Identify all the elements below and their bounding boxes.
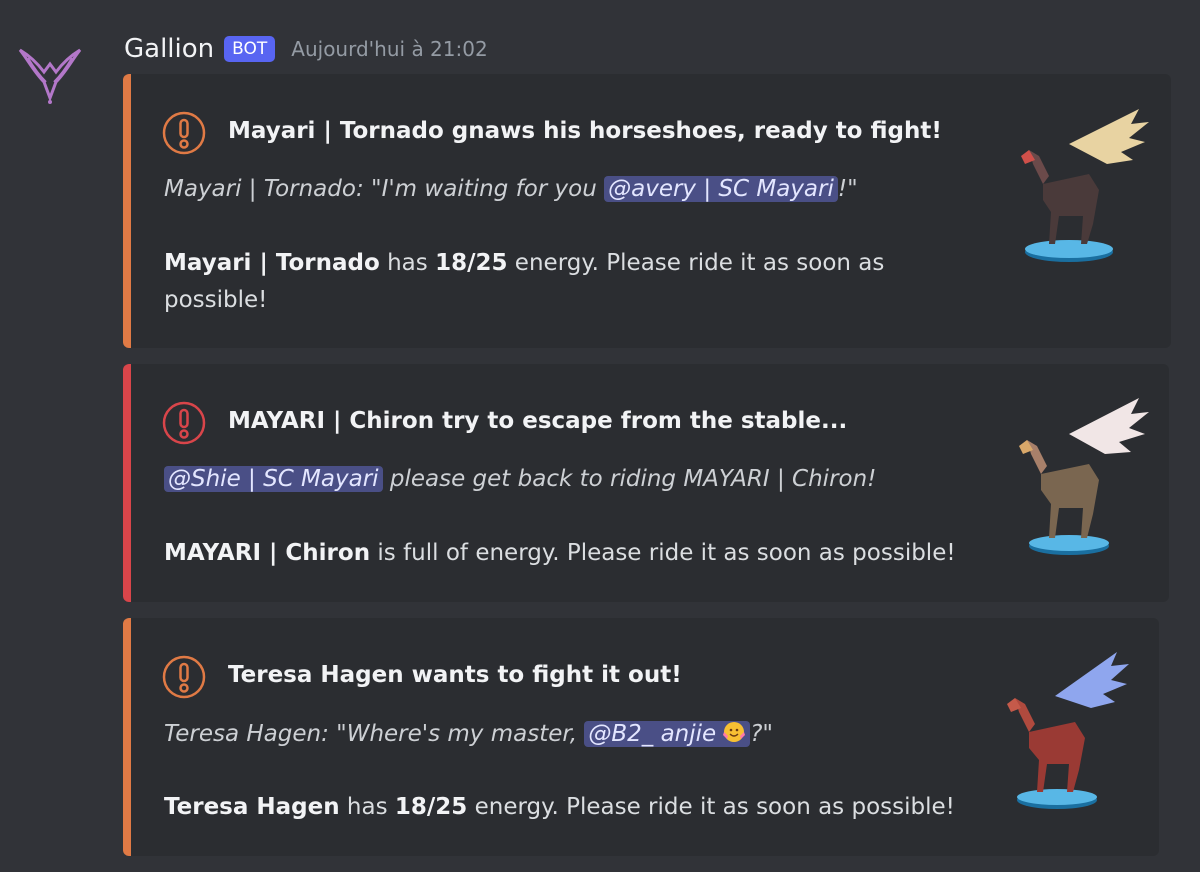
text-has: has <box>379 250 436 276</box>
author-name[interactable]: Gallion <box>124 34 214 64</box>
embed-quote: Teresa Hagen: "Where's my master, @B2_ a… <box>164 720 773 747</box>
embed-title[interactable]: Teresa Hagen wants to fight it out! <box>228 662 682 688</box>
energy-value: 18/25 <box>394 794 468 820</box>
quote-prefix: Mayari | Tornado: "I'm waiting for you <box>164 176 605 202</box>
alert-icon <box>162 401 206 445</box>
alert-icon <box>162 655 206 699</box>
quote-suffix: please get back to riding MAYARI | Chiro… <box>382 466 877 492</box>
quote-suffix: ?" <box>750 721 773 747</box>
quote-suffix: !" <box>837 176 858 202</box>
embed-energy-line-2: possible! <box>164 287 268 313</box>
bot-badge: BOT <box>224 36 276 62</box>
alert-icon <box>162 111 206 155</box>
message-header: Gallion BOT Aujourd'hui à 21:02 <box>124 30 488 68</box>
horse-name: Teresa Hagen <box>164 794 340 820</box>
energy-text: is full of energy. Please ride it as soo… <box>370 540 956 566</box>
gallion-avatar[interactable] <box>14 38 86 110</box>
quote-prefix: Teresa Hagen: "Where's my master, <box>164 721 585 747</box>
pegasus-thumbnail[interactable] <box>1009 394 1159 564</box>
horse-name: MAYARI | Chiron <box>164 540 371 566</box>
user-mention[interactable]: @avery | SC Mayari <box>604 176 838 202</box>
energy-value: 18/25 <box>435 250 508 276</box>
embed-quote: @Shie | SC Mayari please get back to rid… <box>164 466 876 492</box>
embed-3: Teresa Hagen wants to fight it out! Tere… <box>123 618 1159 856</box>
energy-text: energy. Please ride it as soon as possib… <box>467 794 955 820</box>
embed-1: Mayari | Tornado gnaws his horseshoes, r… <box>123 74 1171 348</box>
embed-energy-line: Mayari | Tornado has 18/25 energy. Pleas… <box>164 250 884 276</box>
hugging-face-emoji-icon <box>723 722 746 742</box>
pegasus-thumbnail[interactable] <box>1009 104 1159 274</box>
message-timestamp[interactable]: Aujourd'hui à 21:02 <box>291 37 487 61</box>
horse-name: Mayari | Tornado <box>164 250 380 276</box>
embed-energy-line: Teresa Hagen has 18/25 energy. Please ri… <box>164 794 955 820</box>
energy-text: energy. Please ride it as soon as <box>507 250 885 276</box>
embed-energy-line: MAYARI | Chiron is full of energy. Pleas… <box>164 540 956 566</box>
embed-quote: Mayari | Tornado: "I'm waiting for you @… <box>164 176 858 202</box>
embed-title[interactable]: MAYARI | Chiron try to escape from the s… <box>228 408 847 434</box>
embed-title[interactable]: Mayari | Tornado gnaws his horseshoes, r… <box>228 118 942 144</box>
bot-message: Gallion BOT Aujourd'hui à 21:02 Mayari |… <box>0 0 1200 872</box>
pegasus-thumbnail[interactable] <box>997 648 1147 818</box>
text-has: has <box>339 794 395 820</box>
embed-2: MAYARI | Chiron try to escape from the s… <box>123 364 1169 602</box>
user-mention[interactable]: @Shie | SC Mayari <box>164 466 383 492</box>
mention-text: @B2_ anjie <box>588 721 717 747</box>
user-mention[interactable]: @B2_ anjie <box>584 721 751 747</box>
